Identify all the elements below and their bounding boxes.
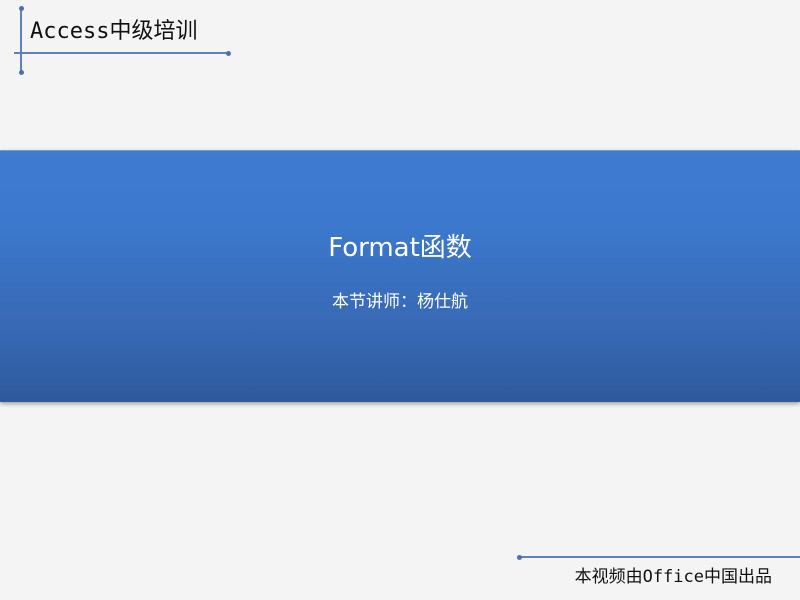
header-rule-dot-right [226,50,231,56]
header-vertical-rule [20,8,22,72]
header-horizontal-rule [14,52,228,54]
course-title: Access中级培训 [30,19,198,44]
footer-horizontal-rule [520,556,800,558]
lecturer-line: 本节讲师：杨仕航 [332,292,468,312]
lesson-title: Format函数 [328,233,472,263]
footer-credit: 本视频由Office中国出品 [574,567,772,587]
title-banner: Format函数 本节讲师：杨仕航 [0,150,800,402]
header-rule-dot-top [18,6,24,11]
footer-rule-dot [517,554,522,560]
header-rule-dot-bottom [18,70,24,75]
